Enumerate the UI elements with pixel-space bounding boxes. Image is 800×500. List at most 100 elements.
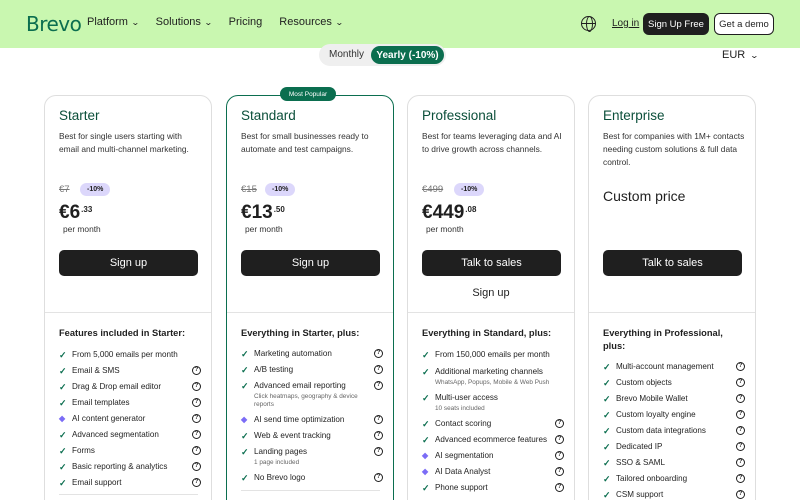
plan-name: Enterprise — [603, 108, 665, 123]
plan-description: Best for companies with 1M+ contacts nee… — [603, 131, 745, 167]
feature-item: ◆ AI segmentation? — [422, 451, 564, 461]
info-icon[interactable]: ? — [374, 365, 383, 374]
check-icon: ✓ — [59, 462, 67, 472]
price-period: per month — [63, 224, 101, 234]
info-icon[interactable]: ? — [736, 474, 745, 483]
ai-sparkle-icon: ◆ — [241, 415, 248, 424]
check-icon: ✓ — [603, 362, 611, 372]
nav-platform[interactable]: Platform ⌄ — [87, 16, 140, 28]
signup-free-button[interactable]: Sign Up Free — [643, 13, 709, 35]
most-popular-badge: Most Popular — [280, 87, 336, 101]
info-icon[interactable]: ? — [736, 394, 745, 403]
info-icon[interactable]: ? — [736, 410, 745, 419]
info-icon[interactable]: ? — [555, 451, 564, 460]
info-icon[interactable]: ? — [374, 431, 383, 440]
get-demo-button[interactable]: Get a demo — [714, 13, 774, 35]
price-period: per month — [245, 224, 283, 234]
feature-item: ✓ Drag & Drop email editor? — [59, 382, 201, 392]
info-icon[interactable]: ? — [374, 381, 383, 390]
old-price: €15 — [241, 184, 257, 195]
info-icon[interactable]: ? — [555, 419, 564, 428]
main-nav: Platform ⌄ Solutions ⌄ Pricing Resources ⌄ — [87, 16, 360, 28]
plan-price: €13.50 — [241, 202, 285, 223]
brevo-logo[interactable]: Brevo — [26, 12, 82, 36]
plan-name: Starter — [59, 108, 100, 123]
divider — [45, 312, 211, 313]
info-icon[interactable]: ? — [192, 382, 201, 391]
plan-card-standard: Standard Best for small businesses ready… — [226, 95, 394, 500]
check-icon: ✓ — [241, 431, 249, 441]
info-icon[interactable]: ? — [374, 447, 383, 456]
currency-select[interactable]: EUR ⌄ — [722, 49, 759, 61]
chevron-down-icon: ⌄ — [203, 17, 213, 27]
feature-item: ✓ Phone support? — [422, 483, 564, 493]
check-icon: ✓ — [603, 410, 611, 420]
feature-item: ✓ Landing pages 1 page included? — [241, 447, 383, 467]
info-icon[interactable]: ? — [192, 430, 201, 439]
check-icon: ✓ — [59, 366, 67, 376]
info-icon[interactable]: ? — [555, 467, 564, 476]
feature-item: ✓ SSO & SAML? — [603, 458, 745, 468]
info-icon[interactable]: ? — [374, 473, 383, 482]
signup-button[interactable]: Sign up — [241, 250, 380, 276]
check-icon: ✓ — [422, 483, 430, 493]
feature-item: ✓ Advanced email reporting Click heatmaps,… — [241, 381, 383, 409]
billing-yearly-option[interactable]: Yearly (-10%) — [371, 46, 444, 64]
plan-card-starter: Starter Best for single users starting w… — [44, 95, 212, 500]
nav-pricing[interactable]: Pricing — [229, 16, 263, 28]
features-title: Everything in Standard, plus: — [422, 328, 552, 338]
feature-item: ✓ Multi-account management? — [603, 362, 745, 372]
info-icon[interactable]: ? — [736, 442, 745, 451]
info-icon[interactable]: ? — [374, 415, 383, 424]
info-icon[interactable]: ? — [192, 398, 201, 407]
check-icon: ✓ — [603, 378, 611, 388]
divider — [408, 312, 574, 313]
plan-name: Standard — [241, 108, 296, 123]
info-icon[interactable]: ? — [192, 478, 201, 487]
discount-badge: -10% — [265, 183, 296, 196]
check-icon: ✓ — [422, 419, 430, 429]
info-icon[interactable]: ? — [736, 378, 745, 387]
feature-item: ✓ Forms? — [59, 446, 201, 456]
info-icon[interactable]: ? — [736, 362, 745, 371]
divider — [241, 490, 380, 491]
info-icon[interactable]: ? — [192, 446, 201, 455]
check-icon: ✓ — [603, 458, 611, 468]
custom-price: Custom price — [603, 188, 686, 204]
info-icon[interactable]: ? — [736, 490, 745, 499]
chevron-down-icon: ⌄ — [130, 17, 140, 27]
billing-monthly-option[interactable]: Monthly — [329, 49, 364, 60]
ai-sparkle-icon: ◆ — [422, 467, 429, 476]
info-icon[interactable]: ? — [192, 414, 201, 423]
features-title: Everything in Professional, plus: — [603, 328, 723, 351]
features-title: Features included in Starter: — [59, 328, 186, 338]
check-icon: ✓ — [603, 490, 611, 500]
old-price: €7 — [59, 184, 70, 195]
info-icon[interactable]: ? — [555, 435, 564, 444]
info-icon[interactable]: ? — [374, 349, 383, 358]
signup-link[interactable]: Sign up — [408, 287, 574, 299]
nav-solutions[interactable]: Solutions ⌄ — [156, 16, 213, 28]
info-icon[interactable]: ? — [192, 366, 201, 375]
check-icon: ✓ — [603, 426, 611, 436]
info-icon[interactable]: ? — [736, 426, 745, 435]
talk-to-sales-button[interactable]: Talk to sales — [603, 250, 742, 276]
nav-resources[interactable]: Resources ⌄ — [279, 16, 343, 28]
talk-to-sales-button[interactable]: Talk to sales — [422, 250, 561, 276]
globe-icon[interactable] — [581, 16, 596, 32]
info-icon[interactable]: ? — [736, 458, 745, 467]
feature-item: ✓ Multi-user access 10 seats included — [422, 393, 498, 412]
billing-toggle: Monthly Yearly (-10%) — [319, 44, 446, 66]
plan-price: €449.08 — [422, 202, 477, 223]
info-icon[interactable]: ? — [555, 483, 564, 492]
info-icon[interactable]: ? — [192, 462, 201, 471]
check-icon: ✓ — [59, 350, 67, 360]
feature-item: ✓ Custom data integrations? — [603, 426, 745, 436]
feature-item: ✓ Tailored onboarding? — [603, 474, 745, 484]
feature-item: ✓ Web & event tracking? — [241, 431, 383, 441]
signup-button[interactable]: Sign up — [59, 250, 198, 276]
login-link[interactable]: Log in — [612, 18, 639, 29]
feature-item: ✓ No Brevo logo? — [241, 473, 383, 483]
check-icon: ✓ — [241, 447, 249, 457]
check-icon: ✓ — [59, 446, 67, 456]
